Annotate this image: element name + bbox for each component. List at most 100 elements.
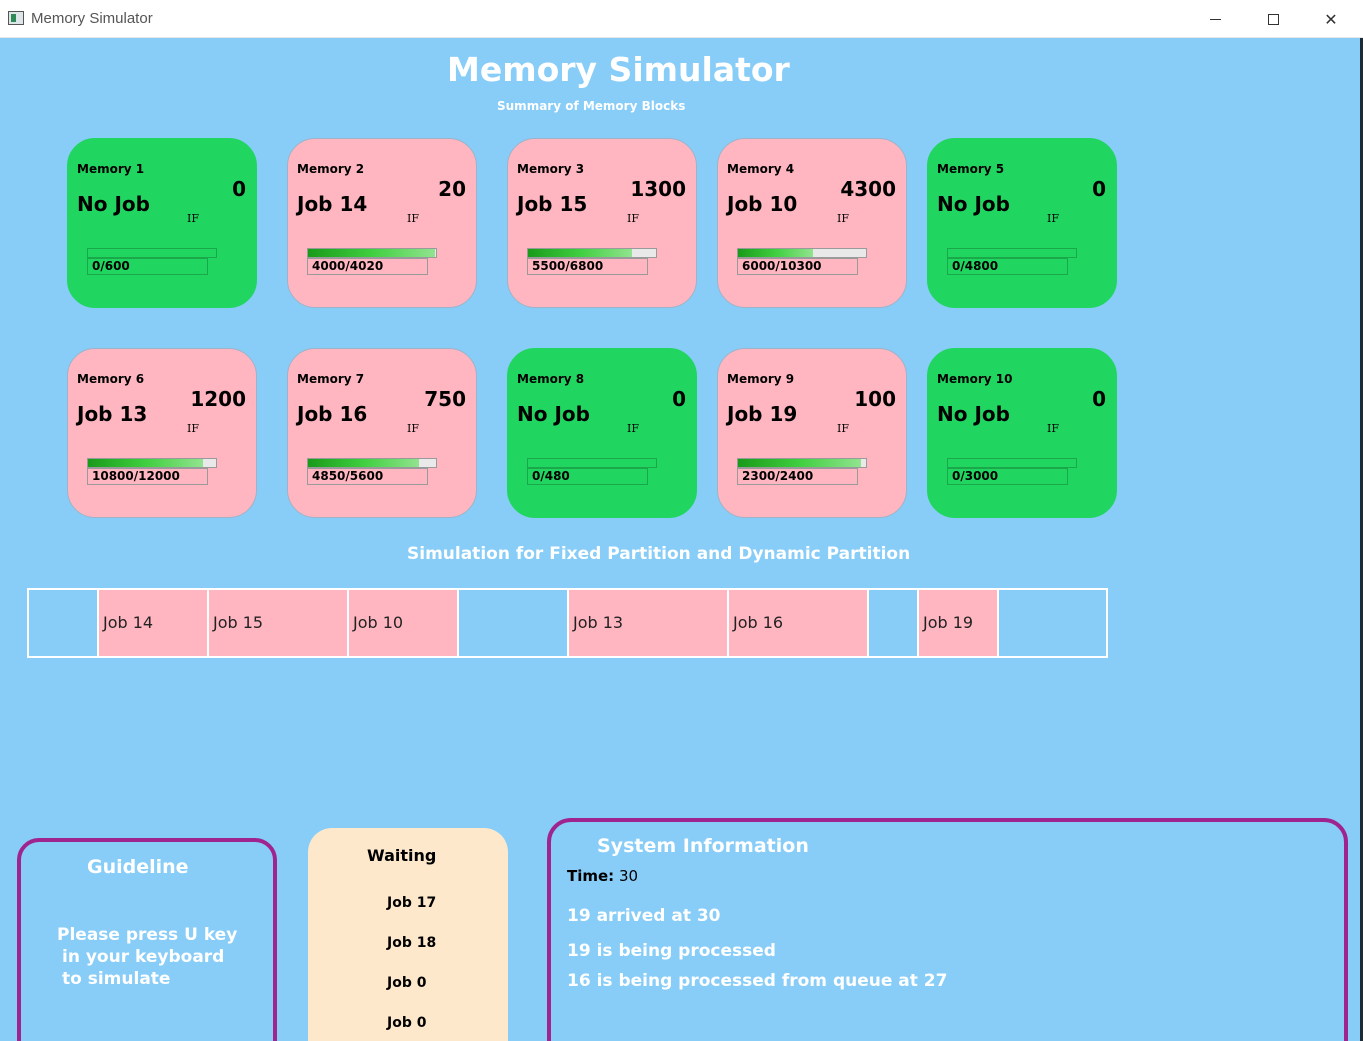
memory-block-fragmentation: 100	[854, 387, 896, 411]
time-value: 30	[618, 867, 639, 885]
waiting-job-item: Job 18	[387, 935, 437, 951]
memory-block-label: Memory 8	[517, 372, 585, 386]
memory-block-fragmentation: 0	[232, 177, 246, 201]
memory-block-job: No Job	[937, 402, 1010, 426]
partition-segment-free	[999, 590, 1106, 656]
time-readout: Time: 30	[567, 867, 638, 885]
partition-strip: Job 14 Job 15 Job 10 Job 13 Job 16 Job 19	[27, 588, 1108, 658]
memory-block-fragmentation: 750	[424, 387, 466, 411]
memory-block-fragmentation: 20	[438, 177, 466, 201]
partition-segment-free	[29, 590, 99, 656]
memory-block-fragmentation: 0	[672, 387, 686, 411]
memory-block-label: Memory 6	[77, 372, 145, 386]
fragmentation-tag: IF	[407, 212, 419, 225]
memory-block-fragmentation: 0	[1092, 177, 1106, 201]
window-title: Memory Simulator	[31, 10, 153, 27]
memory-block-card: Memory 7 Job 16 750 IF 4850/5600	[287, 348, 477, 518]
memory-block-card: Memory 1 No Job 0 IF 0/600	[67, 138, 257, 308]
memory-usage-text: 6000/10300	[737, 258, 858, 275]
memory-block-fragmentation: 4300	[840, 177, 896, 201]
memory-usage-bar	[527, 458, 657, 468]
memory-block-label: Memory 5	[937, 162, 1005, 176]
log-entry: 19 is being processed	[567, 941, 776, 961]
memory-block-label: Memory 10	[937, 372, 1013, 386]
log-entry: 19 arrived at 30	[567, 906, 721, 926]
memory-block-job: No Job	[77, 192, 150, 216]
fragmentation-tag: IF	[1047, 212, 1059, 225]
window-titlebar: Memory Simulator ✕	[0, 0, 1363, 38]
memory-usage-text: 4850/5600	[307, 468, 428, 485]
fragmentation-tag: IF	[837, 422, 849, 435]
memory-block-card: Memory 4 Job 10 4300 IF 6000/10300	[717, 138, 907, 308]
guideline-line: to simulate	[62, 969, 171, 989]
memory-block-label: Memory 4	[727, 162, 795, 176]
app-icon	[8, 11, 24, 25]
simulation-title: Simulation for Fixed Partition and Dynam…	[407, 544, 911, 564]
memory-block-card: Memory 5 No Job 0 IF 0/4800	[927, 138, 1117, 308]
memory-usage-bar-fill	[308, 459, 419, 467]
waiting-job-item: Job 0	[387, 975, 427, 991]
waiting-job-item: Job 0	[387, 1015, 427, 1031]
memory-usage-text: 10800/12000	[87, 468, 208, 485]
fragmentation-tag: IF	[1047, 422, 1059, 435]
memory-block-label: Memory 7	[297, 372, 365, 386]
memory-block-label: Memory 3	[517, 162, 585, 176]
fragmentation-tag: IF	[627, 212, 639, 225]
memory-usage-text: 0/4800	[947, 258, 1068, 275]
memory-block-job: Job 10	[727, 192, 798, 216]
guideline-line: Please press U key	[57, 925, 238, 945]
memory-usage-bar	[737, 248, 867, 258]
guideline-line: in your keyboard	[62, 947, 225, 967]
memory-block-job: Job 14	[297, 192, 368, 216]
memory-usage-bar	[947, 248, 1077, 258]
partition-segment-free	[869, 590, 919, 656]
minimize-button[interactable]	[1186, 0, 1244, 38]
system-information-title: System Information	[597, 835, 809, 857]
memory-block-label: Memory 9	[727, 372, 795, 386]
partition-segment-job: Job 10	[349, 590, 459, 656]
memory-block-label: Memory 1	[77, 162, 145, 176]
memory-block-card: Memory 9 Job 19 100 IF 2300/2400	[717, 348, 907, 518]
guideline-panel: Guideline Please press U key in your key…	[17, 838, 277, 1041]
memory-block-fragmentation: 1300	[630, 177, 686, 201]
log-entry: 16 is being processed from queue at 27	[567, 971, 948, 991]
memory-usage-bar-fill	[738, 459, 861, 467]
memory-usage-text: 4000/4020	[307, 258, 428, 275]
memory-usage-bar	[87, 248, 217, 258]
memory-usage-bar-fill	[308, 249, 436, 257]
guideline-title: Guideline	[87, 856, 189, 878]
memory-usage-text: 0/480	[527, 468, 648, 485]
page-title: Memory Simulator	[447, 50, 790, 89]
fragmentation-tag: IF	[627, 422, 639, 435]
fragmentation-tag: IF	[187, 212, 199, 225]
partition-segment-job: Job 13	[569, 590, 729, 656]
close-button[interactable]: ✕	[1302, 0, 1360, 38]
minimize-icon	[1209, 18, 1221, 20]
memory-block-fragmentation: 0	[1092, 387, 1106, 411]
fragmentation-tag: IF	[837, 212, 849, 225]
waiting-queue-panel: Waiting Job 17 Job 18 Job 0 Job 0	[308, 828, 508, 1041]
memory-usage-bar	[737, 458, 867, 468]
memory-usage-bar-fill	[88, 459, 204, 467]
memory-block-fragmentation: 1200	[190, 387, 246, 411]
memory-block-job: Job 19	[727, 402, 798, 426]
memory-usage-text: 2300/2400	[737, 468, 858, 485]
memory-usage-bar-fill	[738, 249, 813, 257]
memory-block-job: No Job	[937, 192, 1010, 216]
memory-usage-bar	[307, 248, 437, 258]
maximize-button[interactable]	[1244, 0, 1302, 38]
partition-segment-job: Job 14	[99, 590, 209, 656]
memory-usage-bar	[307, 458, 437, 468]
maximize-icon	[1267, 13, 1279, 25]
partition-segment-job: Job 16	[729, 590, 869, 656]
memory-usage-bar-fill	[528, 249, 632, 257]
memory-block-card: Memory 8 No Job 0 IF 0/480	[507, 348, 697, 518]
close-icon: ✕	[1324, 9, 1338, 29]
memory-block-card: Memory 3 Job 15 1300 IF 5500/6800	[507, 138, 697, 308]
memory-block-job: Job 15	[517, 192, 588, 216]
page-subtitle: Summary of Memory Blocks	[497, 99, 686, 113]
memory-usage-bar	[527, 248, 657, 258]
system-information-panel: System Information Time: 30 19 arrived a…	[547, 818, 1348, 1041]
guideline-text: Please press U key in your keyboard to s…	[57, 924, 267, 990]
memory-usage-text: 0/600	[87, 258, 208, 275]
